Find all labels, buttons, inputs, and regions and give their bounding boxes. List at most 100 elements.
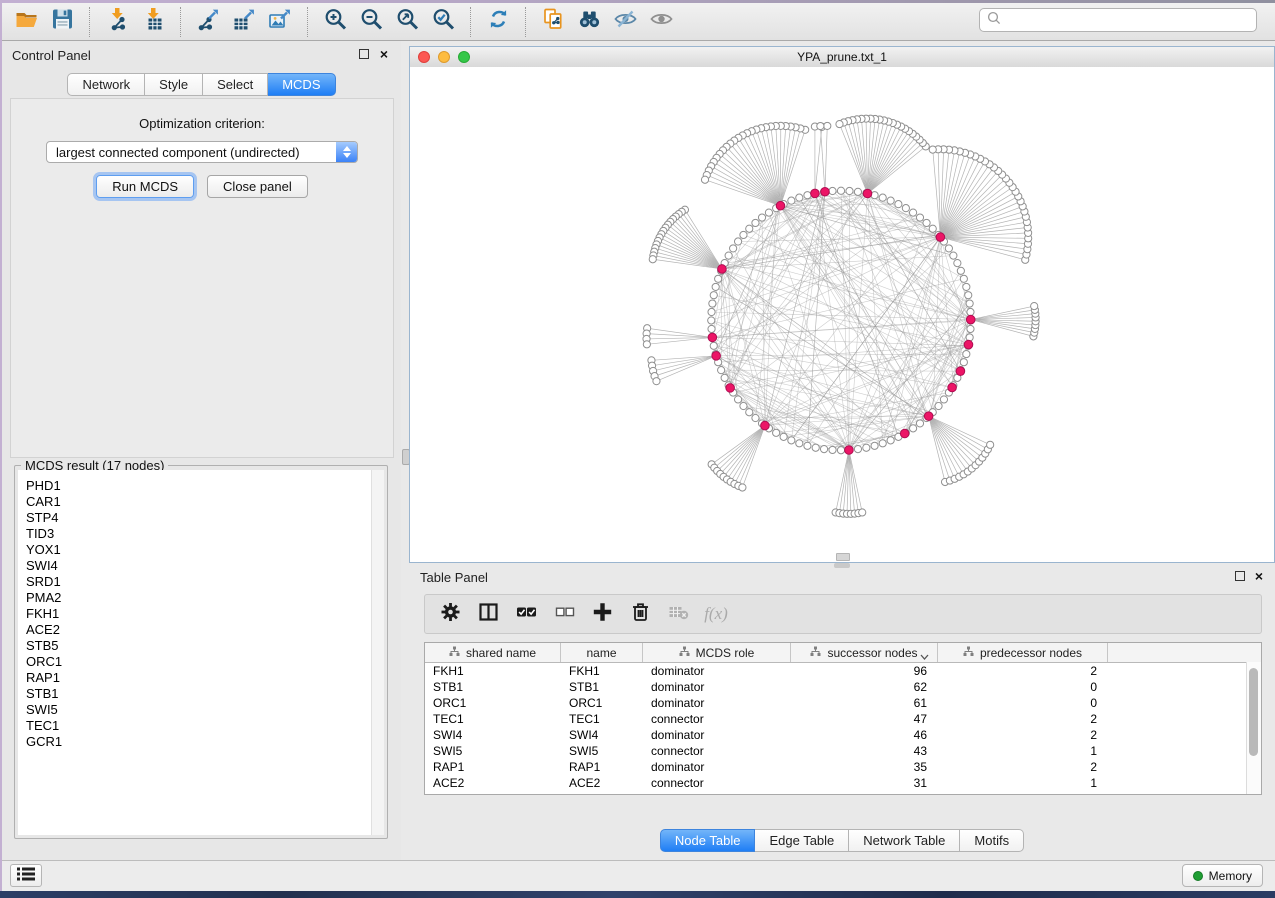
zoom-selected-button[interactable] xyxy=(425,6,461,38)
memory-button[interactable]: Memory xyxy=(1182,864,1263,887)
settings-gear-button[interactable] xyxy=(435,599,465,629)
mcds-result-item[interactable]: CAR1 xyxy=(26,494,372,510)
cell-successor-nodes[interactable]: 47 xyxy=(791,711,938,727)
save-session-button[interactable] xyxy=(44,6,80,38)
cell-name[interactable]: ACE2 xyxy=(561,775,643,791)
table-row[interactable]: FKH1FKH1dominator962 xyxy=(425,663,1261,679)
table-row[interactable]: SWI4SWI4dominator462 xyxy=(425,727,1261,743)
mcds-result-item[interactable]: SWI4 xyxy=(26,558,372,574)
mcds-result-item[interactable]: SRD1 xyxy=(26,574,372,590)
cell-predecessor-nodes[interactable]: 1 xyxy=(938,743,1108,759)
cell-successor-nodes[interactable]: 35 xyxy=(791,759,938,775)
cell-shared-name[interactable]: SWI5 xyxy=(425,743,561,759)
cell-predecessor-nodes[interactable]: 1 xyxy=(938,791,1108,795)
table-row[interactable]: RAP1RAP1dominator352 xyxy=(425,759,1261,775)
table-row[interactable]: ACE2ACE2connector311 xyxy=(425,775,1261,791)
mcds-result-item[interactable]: FKH1 xyxy=(26,606,372,622)
cell-shared-name[interactable]: ACE2 xyxy=(425,775,561,791)
cell-mcds-role[interactable]: connector xyxy=(643,711,791,727)
export-network-button[interactable] xyxy=(190,6,226,38)
mcds-result-item[interactable]: TID3 xyxy=(26,526,372,542)
cell-name[interactable]: TEC1 xyxy=(561,711,643,727)
float-panel-icon[interactable] xyxy=(359,49,369,59)
show-panels-button[interactable] xyxy=(643,6,679,38)
mcds-result-item[interactable]: PMA2 xyxy=(26,590,372,606)
tab-select[interactable]: Select xyxy=(203,73,268,96)
canvas-resize-grip[interactable] xyxy=(836,553,850,561)
cell-shared-name[interactable]: FKH1 xyxy=(425,663,561,679)
cell-mcds-role[interactable]: connector xyxy=(643,775,791,791)
cell-successor-nodes[interactable]: 96 xyxy=(791,663,938,679)
mcds-result-item[interactable]: STP4 xyxy=(26,510,372,526)
tab-motifs[interactable]: Motifs xyxy=(960,829,1024,852)
cell-shared-name[interactable]: TEC1 xyxy=(425,711,561,727)
column-header-name[interactable]: name xyxy=(561,643,643,662)
mcds-result-item[interactable]: TEC1 xyxy=(26,718,372,734)
cell-shared-name[interactable]: SWI4 xyxy=(425,727,561,743)
cell-predecessor-nodes[interactable]: 2 xyxy=(938,759,1108,775)
import-table-button[interactable] xyxy=(135,6,171,38)
panel-splitter[interactable] xyxy=(401,41,409,861)
zoom-fit-button[interactable] xyxy=(389,6,425,38)
cell-shared-name[interactable]: STB1 xyxy=(425,679,561,695)
table-row[interactable]: TEC1TEC1connector472 xyxy=(425,711,1261,727)
clone-network-button[interactable] xyxy=(535,6,571,38)
import-network-button[interactable] xyxy=(99,6,135,38)
run-mcds-button[interactable]: Run MCDS xyxy=(96,175,194,198)
cell-predecessor-nodes[interactable]: 2 xyxy=(938,727,1108,743)
export-image-button[interactable] xyxy=(262,6,298,38)
mcds-result-item[interactable]: ACE2 xyxy=(26,622,372,638)
zoom-in-button[interactable] xyxy=(317,6,353,38)
mcds-result-item[interactable]: STB1 xyxy=(26,686,372,702)
cell-name[interactable]: SWI4 xyxy=(561,727,643,743)
cell-successor-nodes[interactable]: 31 xyxy=(791,775,938,791)
hide-panels-button[interactable] xyxy=(607,6,643,38)
float-table-panel-icon[interactable] xyxy=(1235,571,1245,581)
cell-mcds-role[interactable]: connector xyxy=(643,791,791,795)
table-panel-splitter-grip[interactable] xyxy=(834,563,850,568)
deselect-all-button[interactable] xyxy=(549,599,579,629)
column-header-successor-nodes[interactable]: successor nodes xyxy=(791,643,938,662)
mcds-result-item[interactable]: PHD1 xyxy=(26,478,372,494)
export-table-button[interactable] xyxy=(226,6,262,38)
cell-predecessor-nodes[interactable]: 0 xyxy=(938,695,1108,711)
cell-successor-nodes[interactable]: 46 xyxy=(791,727,938,743)
cell-mcds-role[interactable]: dominator xyxy=(643,727,791,743)
table-row[interactable]: YOX1YOX1connector291 xyxy=(425,791,1261,795)
tab-style[interactable]: Style xyxy=(145,73,203,96)
cell-mcds-role[interactable]: connector xyxy=(643,743,791,759)
tab-mcds[interactable]: MCDS xyxy=(268,73,335,96)
tab-network-table[interactable]: Network Table xyxy=(849,829,960,852)
cell-successor-nodes[interactable]: 62 xyxy=(791,679,938,695)
criterion-select[interactable]: largest connected component (undirected) xyxy=(46,141,358,163)
network-graph[interactable] xyxy=(410,67,1274,562)
cell-shared-name[interactable]: ORC1 xyxy=(425,695,561,711)
cell-mcds-role[interactable]: dominator xyxy=(643,695,791,711)
cell-predecessor-nodes[interactable]: 2 xyxy=(938,663,1108,679)
tab-network[interactable]: Network xyxy=(67,73,145,96)
cell-successor-nodes[interactable]: 29 xyxy=(791,791,938,795)
close-panel-button[interactable]: Close panel xyxy=(207,175,308,198)
table-scrollbar[interactable] xyxy=(1246,662,1261,794)
table-scrollbar-thumb[interactable] xyxy=(1249,668,1258,756)
close-table-panel-icon[interactable]: × xyxy=(1255,568,1263,584)
mcds-result-item[interactable]: STB5 xyxy=(26,638,372,654)
tab-node-table[interactable]: Node Table xyxy=(660,829,756,852)
column-header-shared-name[interactable]: shared name xyxy=(425,643,561,662)
mcds-list-scrollbar[interactable] xyxy=(371,470,384,835)
cell-name[interactable]: FKH1 xyxy=(561,663,643,679)
cell-predecessor-nodes[interactable]: 0 xyxy=(938,679,1108,695)
close-panel-icon[interactable]: × xyxy=(380,46,388,62)
mcds-result-item[interactable]: GCR1 xyxy=(26,734,372,750)
cell-name[interactable]: RAP1 xyxy=(561,759,643,775)
cell-successor-nodes[interactable]: 61 xyxy=(791,695,938,711)
tab-edge-table[interactable]: Edge Table xyxy=(755,829,849,852)
cell-predecessor-nodes[interactable]: 2 xyxy=(938,711,1108,727)
mcds-result-list[interactable]: PHD1CAR1STP4TID3YOX1SWI4SRD1PMA2FKH1ACE2… xyxy=(18,470,372,835)
delete-row-button[interactable] xyxy=(625,599,655,629)
network-canvas[interactable] xyxy=(410,67,1274,562)
open-file-button[interactable] xyxy=(8,6,44,38)
cell-name[interactable]: ORC1 xyxy=(561,695,643,711)
search-binoculars-button[interactable] xyxy=(571,6,607,38)
mcds-result-item[interactable]: SWI5 xyxy=(26,702,372,718)
